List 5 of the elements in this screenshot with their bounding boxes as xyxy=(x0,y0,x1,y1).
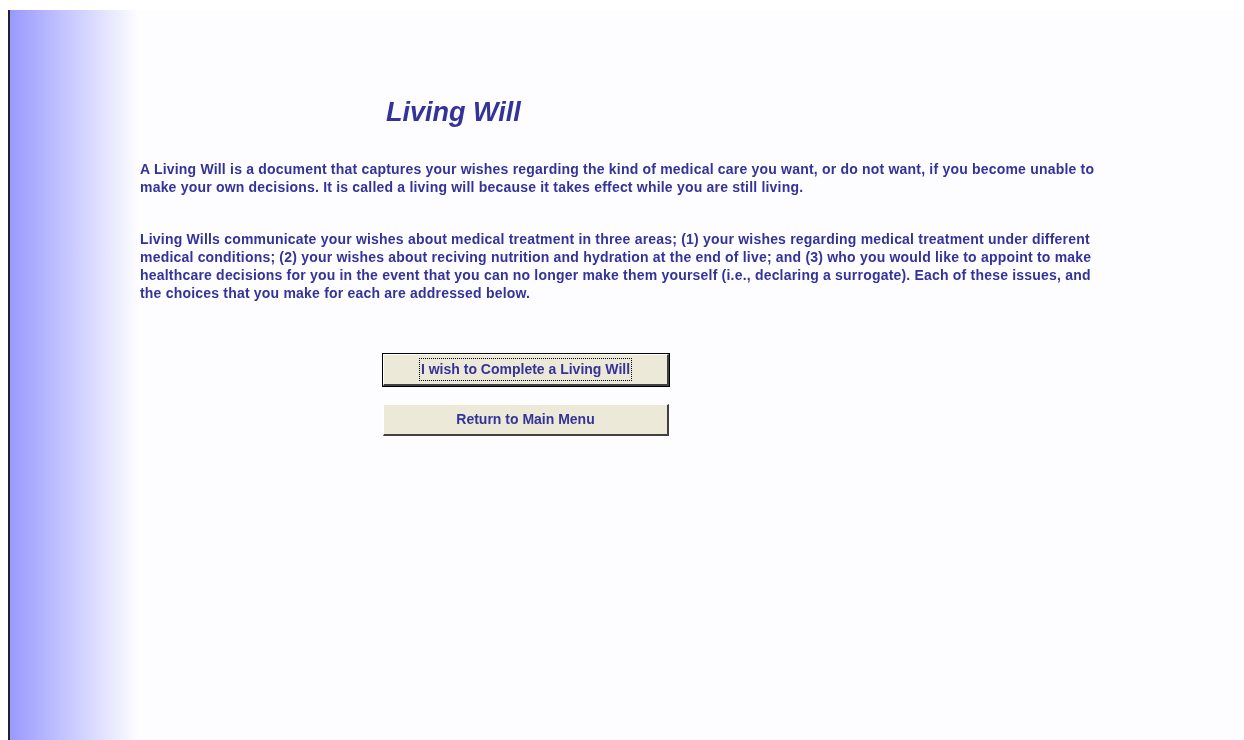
action-button[interactable]: Return to Main Menu xyxy=(383,404,669,436)
action-button[interactable]: I wish to Complete a Living Will xyxy=(383,354,669,386)
page-title: Living Will xyxy=(386,96,521,128)
body-paragraph: A Living Will is a document that captures your wishes regarding the kind of medical care you want, or do not want, if you become unable to make your own decisions. It is called a living will because it takes effect while you are still living. xyxy=(140,160,1096,196)
body-paragraph: Living Wills communicate your wishes about medical treatment in three areas; (1) your wishes regarding medical treatment under different medical conditions; (2) your wishes about reciving nutrition and hydration at the end of live; and (3) who you would like to appoint to make healthcare decisions for you in the event that you can no longer make them yourself (i.e., declaring a surrogate). Each of these issues, and the choices that you make for each are addressed below. xyxy=(140,230,1093,302)
